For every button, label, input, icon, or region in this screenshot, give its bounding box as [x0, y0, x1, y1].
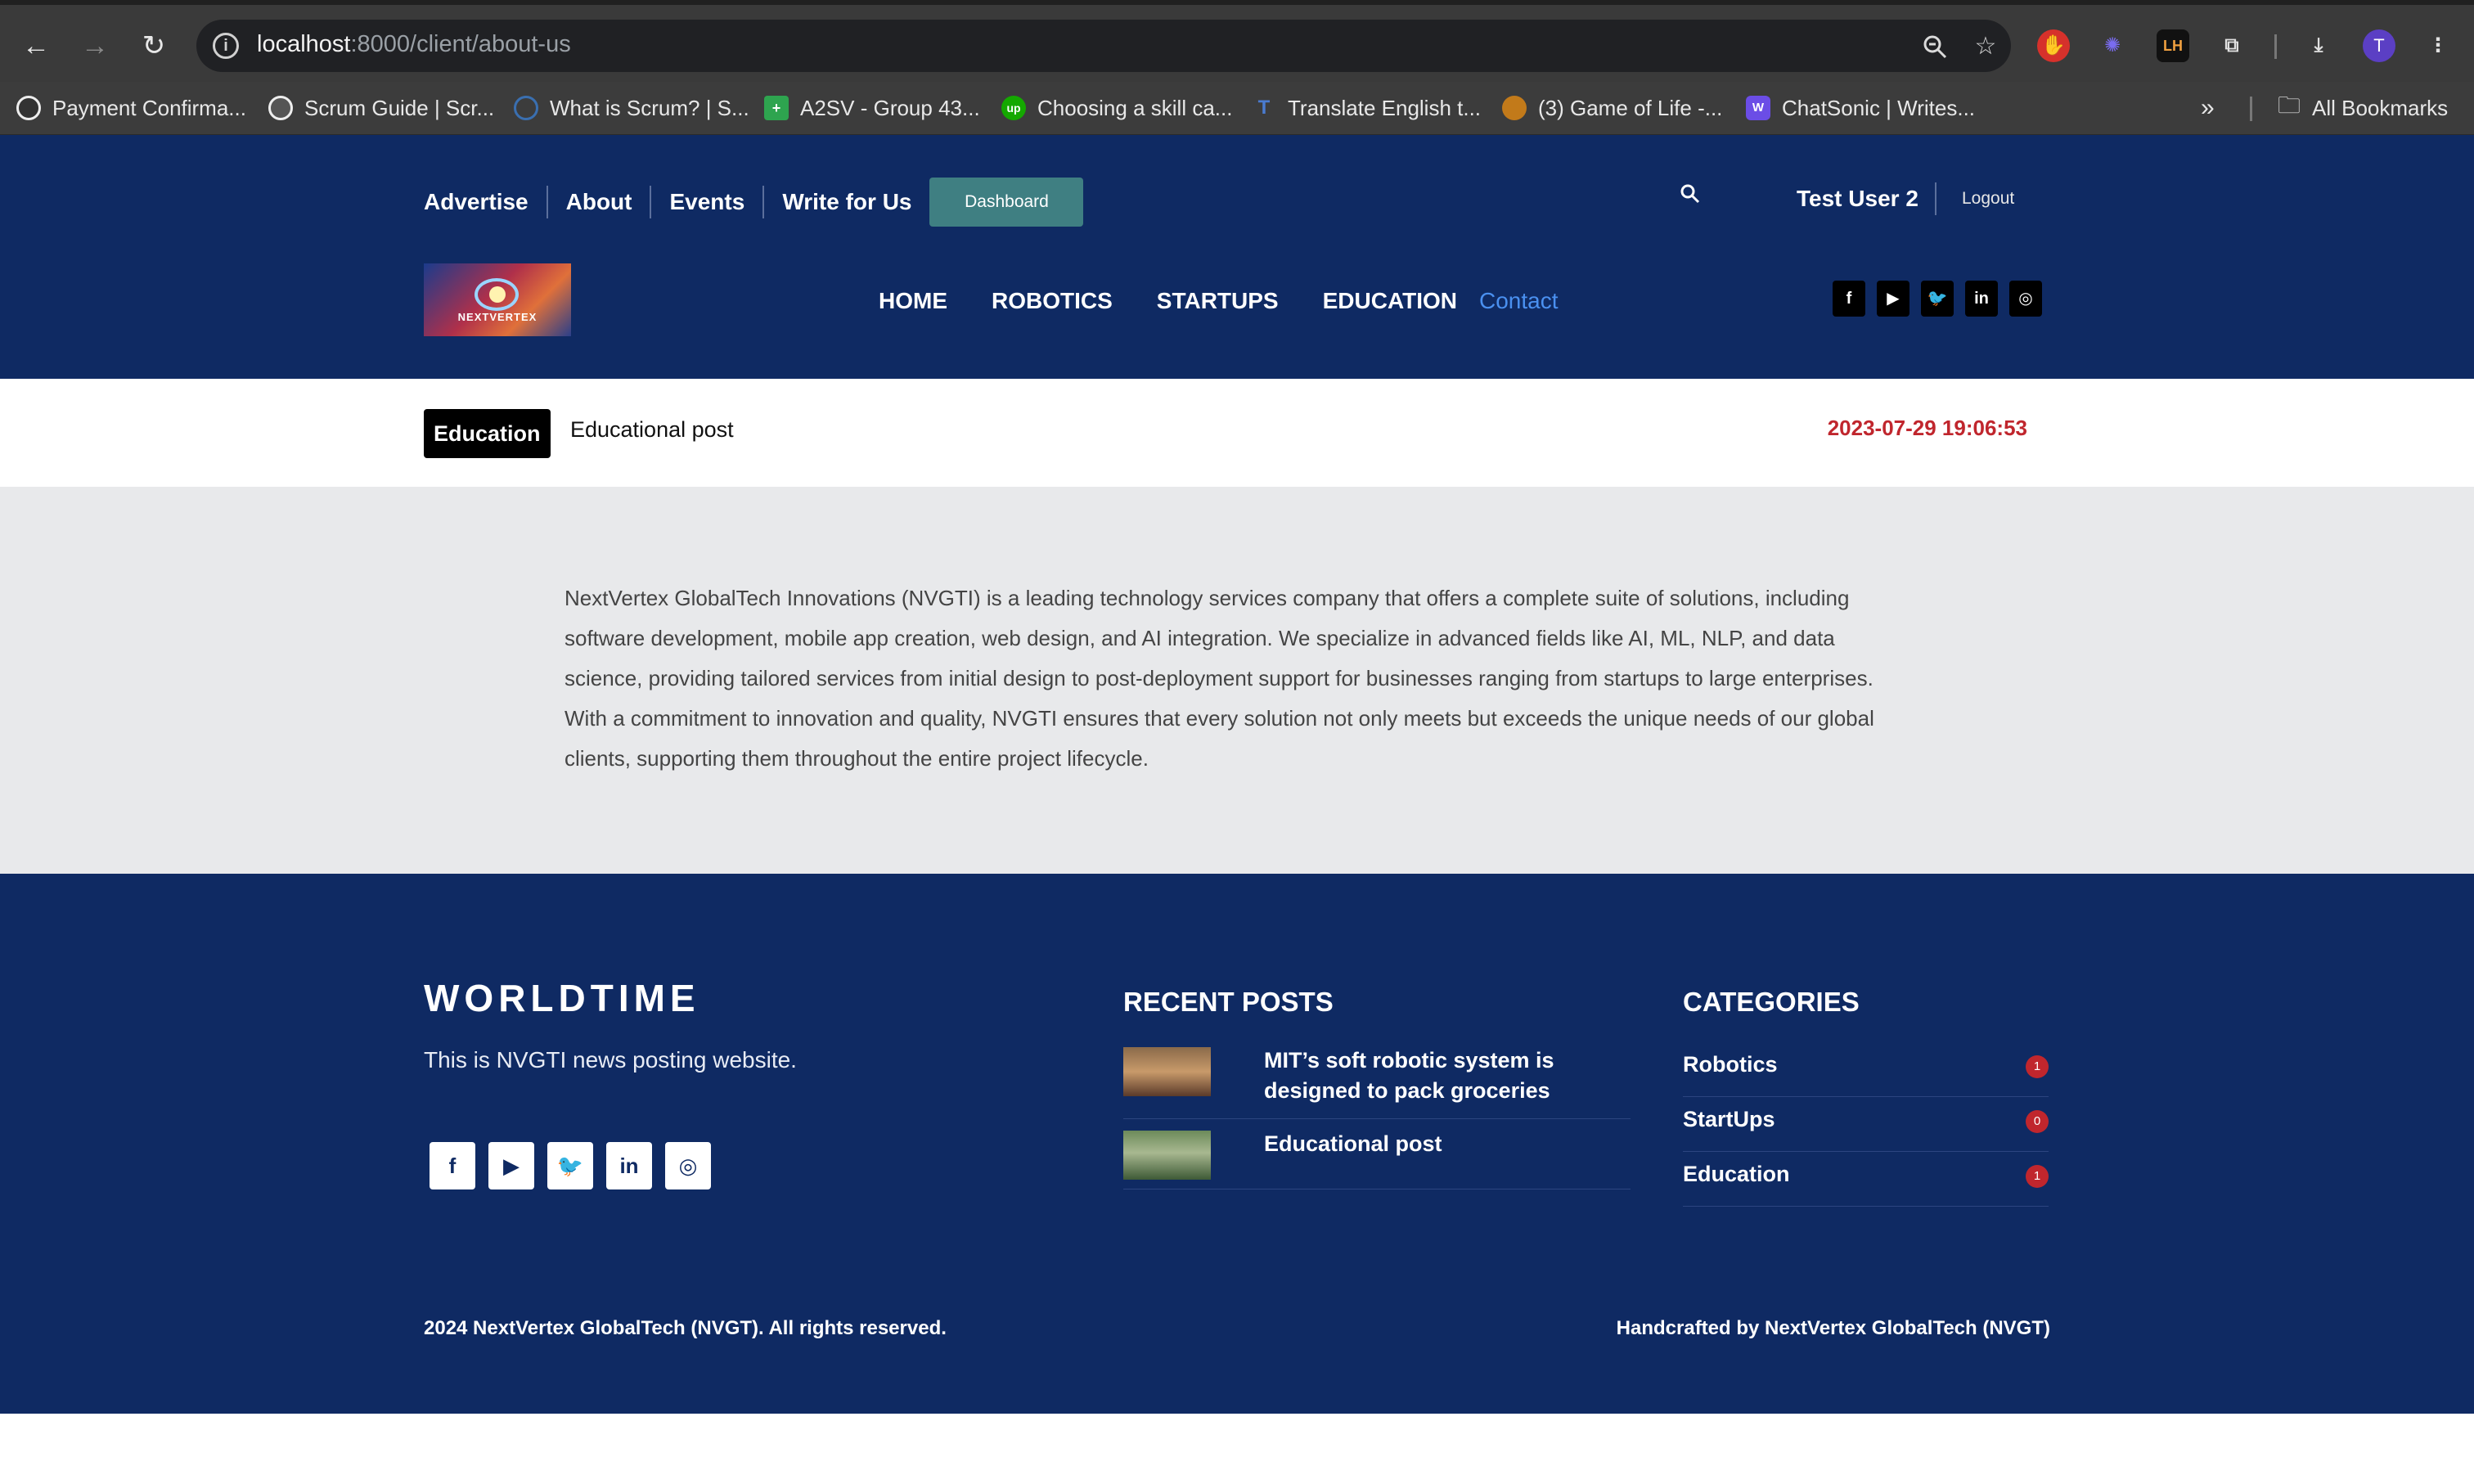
payment-favicon-icon [16, 96, 41, 120]
category-row[interactable]: Robotics 1 [1683, 1042, 2049, 1097]
toolbar-divider [2274, 34, 2277, 59]
footer-social-links: f ▶ 🐦 in ◎ [430, 1142, 711, 1189]
game-favicon-icon [1502, 96, 1527, 120]
recent-post-item[interactable]: Educational post [1123, 1131, 1631, 1189]
site-footer: WORLDTIME This is NVGTI news posting web… [0, 874, 2474, 1414]
post-title: Educational post [570, 417, 734, 442]
nav-link-about[interactable]: About [548, 186, 652, 218]
post-date: 2023-07-29 19:06:53 [1827, 416, 2027, 440]
facebook-icon[interactable]: f [430, 1142, 475, 1189]
post-meta-bar: Education Educational post 2023-07-29 19… [0, 379, 2474, 487]
browser-chrome: ← → ↻ i localhost:8000/client/about-us ☆… [0, 0, 2474, 135]
about-content: NextVertex GlobalTech Innovations (NVGTI… [0, 487, 2474, 874]
address-bar[interactable]: i localhost:8000/client/about-us ☆ [196, 20, 2011, 72]
category-name[interactable]: Robotics [1683, 1052, 1778, 1077]
bookmark-item[interactable]: up Choosing a skill ca... [1001, 92, 1232, 124]
category-count-badge: 1 [2026, 1165, 2049, 1188]
nav-link-advertise[interactable]: Advertise [424, 186, 548, 218]
credit-text: Handcrafted by NextVertex GlobalTech (NV… [1616, 1317, 2050, 1339]
bookmark-item[interactable]: (3) Game of Life -... [1502, 92, 1722, 124]
category-row[interactable]: Education 1 [1683, 1152, 2049, 1207]
all-bookmarks-button[interactable]: 🗀 All Bookmarks [2278, 92, 2448, 124]
site-info-icon[interactable]: i [213, 33, 239, 59]
youtube-icon[interactable]: ▶ [488, 1142, 534, 1189]
youtube-icon[interactable]: ▶ [1877, 281, 1909, 317]
download-icon[interactable]: ⤓ [2302, 29, 2335, 62]
bookmark-item[interactable]: What is Scrum? | S... [514, 92, 749, 124]
categories-heading: CATEGORIES [1683, 987, 1860, 1017]
extensions-puzzle-icon[interactable]: ⧉ [2215, 29, 2248, 62]
twitter-icon[interactable]: 🐦 [1921, 281, 1954, 317]
recent-posts-heading: RECENT POSTS [1123, 987, 1334, 1017]
translate-favicon-icon: T [1257, 97, 1271, 119]
profile-avatar[interactable]: T [2363, 29, 2395, 62]
nav-link-events[interactable]: Events [651, 186, 765, 218]
header-social-links: f ▶ 🐦 in ◎ [1833, 281, 2042, 317]
ai-extension-icon[interactable]: ✺ [2096, 29, 2129, 62]
bookmark-item[interactable]: Payment Confirma... [16, 92, 246, 124]
chatsonic-favicon-icon: W [1746, 96, 1770, 120]
browser-toolbar: ← → ↻ i localhost:8000/client/about-us ☆… [0, 0, 2474, 82]
logout-link[interactable]: Logout [1962, 182, 2014, 215]
facebook-icon[interactable]: f [1833, 281, 1865, 317]
recent-post-thumbnail[interactable] [1123, 1047, 1211, 1096]
bookmarks-bar: Payment Confirma... Scrum Guide | Scr...… [0, 82, 2474, 135]
folder-icon: 🗀 [2278, 92, 2301, 118]
nav-contact[interactable]: Contact [1479, 285, 1559, 317]
main-nav: HOME ROBOTICS STARTUPS EDUCATION Contact [879, 285, 1558, 317]
logo-wordmark: NEXTVERTEX [457, 311, 538, 323]
instagram-icon[interactable]: ◎ [2009, 281, 2042, 317]
nav-startups[interactable]: STARTUPS [1157, 285, 1279, 317]
about-paragraph: NextVertex GlobalTech Innovations (NVGTI… [565, 586, 1874, 771]
bookmark-item[interactable]: W ChatSonic | Writes... [1746, 92, 1975, 124]
dashboard-button[interactable]: Dashboard [929, 178, 1084, 227]
recent-post-item[interactable]: MIT’s soft robotic system is designed to… [1123, 1047, 1631, 1119]
bookmark-item[interactable]: T Translate English t... [1252, 92, 1481, 124]
search-icon[interactable] [1679, 182, 1702, 205]
nav-education[interactable]: EDUCATION [1323, 285, 1457, 317]
category-count-badge: 0 [2026, 1110, 2049, 1133]
more-bookmarks-chevron-icon[interactable]: » [2201, 92, 2215, 124]
back-button[interactable]: ← [18, 28, 54, 64]
top-nav: Advertise About Events Write for Us Dash… [424, 178, 1084, 227]
reload-button[interactable]: ↻ [136, 28, 172, 64]
lighthouse-extension-icon[interactable]: LH [2157, 29, 2189, 62]
site-logo[interactable]: NEXTVERTEX [424, 263, 571, 336]
recent-post-title[interactable]: Educational post [1264, 1129, 1608, 1159]
bookmark-item[interactable]: Scrum Guide | Scr... [268, 92, 494, 124]
footer-tagline: This is NVGTI news posting website. [424, 1047, 797, 1073]
bookmark-star-icon[interactable]: ☆ [1972, 33, 1999, 61]
site-header: Advertise About Events Write for Us Dash… [0, 135, 2474, 379]
category-badge[interactable]: Education [424, 409, 551, 458]
nav-home[interactable]: HOME [879, 285, 947, 317]
recent-post-title[interactable]: MIT’s soft robotic system is designed to… [1264, 1046, 1608, 1106]
twitter-icon[interactable]: 🐦 [547, 1142, 593, 1189]
sheets-favicon-icon: + [764, 96, 789, 120]
forward-button[interactable]: → [77, 28, 113, 64]
category-count-badge: 1 [2026, 1055, 2049, 1078]
user-name[interactable]: Test User 2 [1797, 182, 1936, 215]
category-name[interactable]: StartUps [1683, 1107, 1775, 1132]
adblock-extension-icon[interactable]: ✋ [2037, 29, 2070, 62]
category-name[interactable]: Education [1683, 1162, 1790, 1187]
globe-favicon-icon [268, 96, 293, 120]
footer-brand: WORLDTIME [424, 977, 700, 1019]
scrum-favicon-icon [514, 96, 538, 120]
nav-robotics[interactable]: ROBOTICS [992, 285, 1113, 317]
upwork-favicon-icon: up [1001, 96, 1026, 120]
copyright-text: 2024 NextVertex GlobalTech (NVGT). All r… [424, 1317, 947, 1339]
linkedin-icon[interactable]: in [606, 1142, 652, 1189]
instagram-icon[interactable]: ◎ [665, 1142, 711, 1189]
category-row[interactable]: StartUps 0 [1683, 1097, 2049, 1152]
address-url[interactable]: localhost:8000/client/about-us [257, 31, 571, 58]
bookmark-item[interactable]: + A2SV - Group 43... [764, 92, 980, 124]
zoom-icon[interactable] [1921, 33, 1949, 61]
bookmarks-divider [2250, 97, 2252, 121]
nav-link-write-for-us[interactable]: Write for Us [764, 186, 929, 218]
chrome-menu-icon[interactable]: ⋮ [2422, 29, 2454, 62]
linkedin-icon[interactable]: in [1965, 281, 1998, 317]
logo-core [489, 286, 506, 303]
recent-post-thumbnail[interactable] [1123, 1131, 1211, 1180]
